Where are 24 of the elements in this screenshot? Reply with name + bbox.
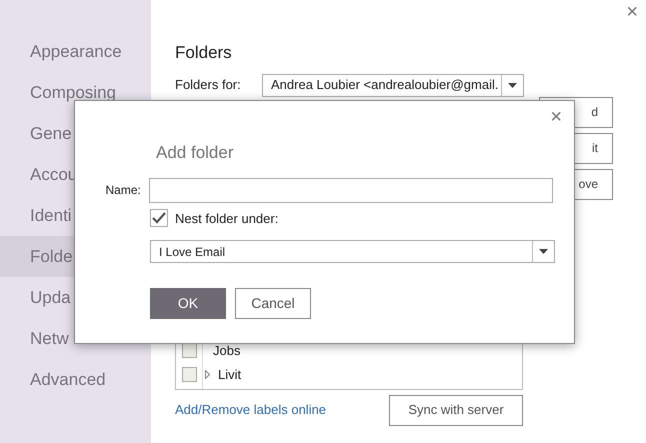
close-button[interactable]: ×: [626, 2, 638, 22]
account-label: Folders for:: [175, 76, 242, 94]
sidebar-item[interactable]: Appearance: [0, 31, 151, 72]
sync-button[interactable]: Sync with server: [389, 394, 523, 426]
cancel-button[interactable]: Cancel: [235, 288, 311, 319]
account-dropdown[interactable]: Andrea Loubier <andrealoubier@gmail.: [262, 74, 524, 96]
labels-link[interactable]: Add/Remove labels online: [175, 400, 326, 420]
section-title: Folders: [175, 42, 233, 64]
name-label: Name:: [104, 182, 141, 199]
checkbox[interactable]: [150, 209, 168, 228]
close-button[interactable]: ×: [550, 107, 562, 127]
dialog-title: Add folder: [156, 142, 234, 164]
caret-icon: [508, 82, 517, 88]
parent-dropdown[interactable]: I Love Email: [150, 240, 555, 263]
ok-button[interactable]: OK: [150, 288, 226, 319]
nest-label: Nest folder under:: [175, 210, 278, 228]
checkbox[interactable]: [182, 343, 197, 358]
expand-icon[interactable]: [205, 370, 210, 379]
caret-icon: [539, 249, 548, 254]
sidebar-item[interactable]: Advanced: [0, 359, 151, 400]
name-field[interactable]: [148, 178, 553, 202]
checkbox[interactable]: [182, 367, 197, 382]
folder-name: Jobs: [213, 342, 240, 360]
folder-name: Livit: [218, 366, 242, 384]
